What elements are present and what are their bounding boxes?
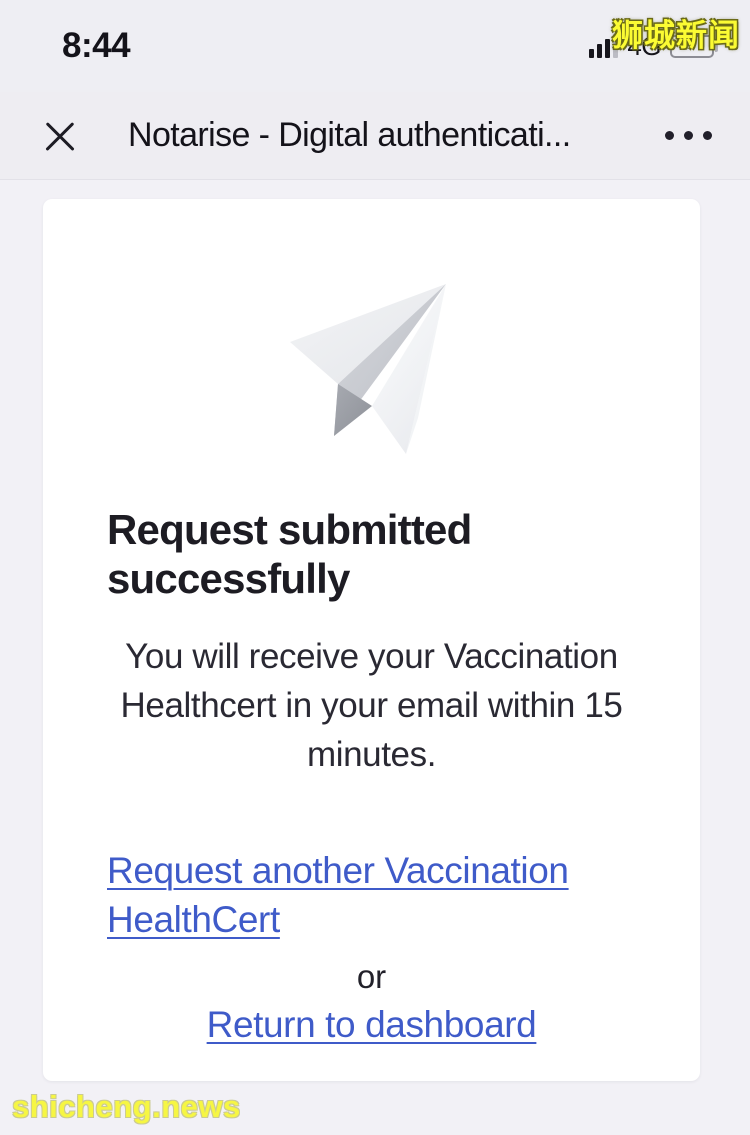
network-type-label: 4G [627, 30, 661, 61]
request-another-healthcert-link[interactable]: Request another Vaccination HealthCert [107, 847, 636, 944]
signal-bars-icon [589, 34, 619, 58]
success-message: You will receive your Vaccination Health… [120, 637, 623, 774]
status-bar: 8:44 4G [0, 0, 750, 92]
page-title: Notarise - Digital authenticati... [128, 116, 571, 154]
return-to-dashboard-link[interactable]: Return to dashboard [107, 1004, 636, 1046]
browser-header: Notarise - Digital authenticati... [0, 92, 750, 180]
success-heading: Request submitted successfully [107, 506, 472, 603]
page-body: Request submitted successfully You will … [0, 180, 750, 1135]
result-card: Request submitted successfully You will … [43, 199, 700, 1081]
close-icon[interactable] [34, 110, 86, 162]
illustration-wrap [107, 199, 636, 529]
paper-plane-icon [289, 284, 446, 454]
status-indicators: 4G [589, 30, 718, 62]
overflow-menu-icon[interactable] [658, 131, 718, 140]
battery-icon [670, 34, 718, 58]
or-separator: or [356, 958, 387, 996]
status-time: 8:44 [62, 26, 131, 65]
